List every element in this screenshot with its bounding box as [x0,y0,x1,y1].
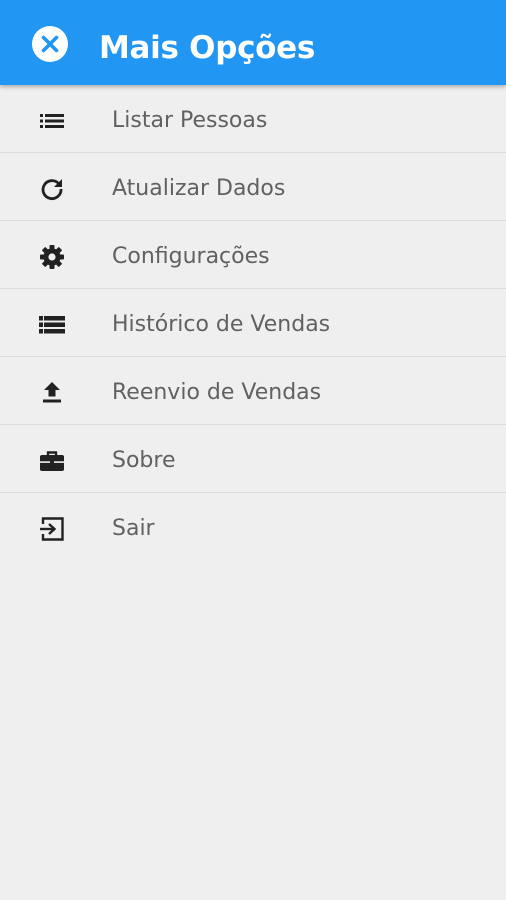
app-bar: Mais Opções [0,0,506,85]
menu-item-label: Histórico de Vendas [112,312,331,337]
briefcase-icon [38,447,66,475]
menu-item-label: Reenvio de Vendas [112,380,322,405]
options-menu: Listar Pessoas Atualizar Dados Configura… [0,85,506,561]
list-icon [38,107,66,135]
menu-item-label: Listar Pessoas [112,108,268,133]
menu-item-reenvio-de-vendas[interactable]: Reenvio de Vendas [0,357,506,425]
close-button[interactable] [32,26,68,62]
menu-item-sobre[interactable]: Sobre [0,425,506,493]
menu-item-label: Sair [112,516,155,541]
menu-item-listar-pessoas[interactable]: Listar Pessoas [0,85,506,153]
view-list-icon [38,311,66,339]
page-title: Mais Opções [99,30,316,66]
exit-icon [38,515,66,543]
gear-icon [38,243,66,271]
refresh-icon [38,175,66,203]
menu-item-historico-de-vendas[interactable]: Histórico de Vendas [0,289,506,357]
upload-icon [38,379,66,407]
menu-item-label: Sobre [112,448,176,473]
menu-item-atualizar-dados[interactable]: Atualizar Dados [0,153,506,221]
menu-item-label: Configurações [112,244,270,269]
menu-item-label: Atualizar Dados [112,176,286,201]
menu-item-configuracoes[interactable]: Configurações [0,221,506,289]
menu-item-sair[interactable]: Sair [0,493,506,561]
close-circle-icon [32,26,68,62]
